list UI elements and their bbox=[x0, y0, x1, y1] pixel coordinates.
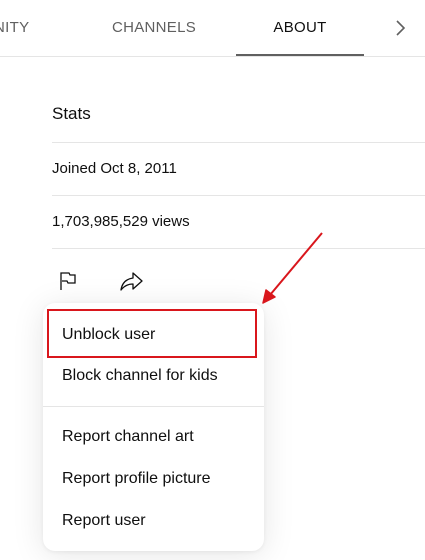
menu-item-block-channel-for-kids[interactable]: Block channel for kids bbox=[43, 356, 264, 396]
share-icon bbox=[120, 272, 143, 291]
tab-about[interactable]: ABOUT bbox=[236, 0, 364, 56]
flag-icon bbox=[60, 272, 76, 290]
chevron-right-icon bbox=[396, 20, 406, 36]
tab-community[interactable]: NITY bbox=[0, 0, 44, 56]
report-flag-button[interactable] bbox=[52, 266, 82, 296]
menu-item-unblock-user[interactable]: Unblock user bbox=[43, 315, 264, 355]
stats-views-row: 1,703,985,529 views bbox=[52, 195, 425, 249]
view-count: 1,703,985,529 views bbox=[52, 213, 190, 230]
tabs-next-button[interactable] bbox=[380, 8, 420, 48]
menu-item-report-user[interactable]: Report user bbox=[43, 501, 264, 541]
joined-date: Joined Oct 8, 2011 bbox=[52, 160, 177, 177]
stats-heading: Stats bbox=[52, 104, 91, 123]
menu-divider bbox=[43, 406, 264, 407]
tab-channels[interactable]: CHANNELS bbox=[94, 0, 214, 56]
stats-joined-row: Joined Oct 8, 2011 bbox=[52, 142, 425, 195]
channel-tab-bar: NITY CHANNELS ABOUT bbox=[0, 0, 425, 57]
menu-item-report-channel-art[interactable]: Report channel art bbox=[43, 417, 264, 457]
share-button[interactable] bbox=[117, 266, 147, 296]
channel-about-page: NITY CHANNELS ABOUT Stats Joined Oct 8, … bbox=[0, 0, 425, 560]
menu-item-report-profile-picture[interactable]: Report profile picture bbox=[43, 459, 264, 499]
channel-options-menu: Unblock user Block channel for kids Repo… bbox=[43, 303, 264, 551]
